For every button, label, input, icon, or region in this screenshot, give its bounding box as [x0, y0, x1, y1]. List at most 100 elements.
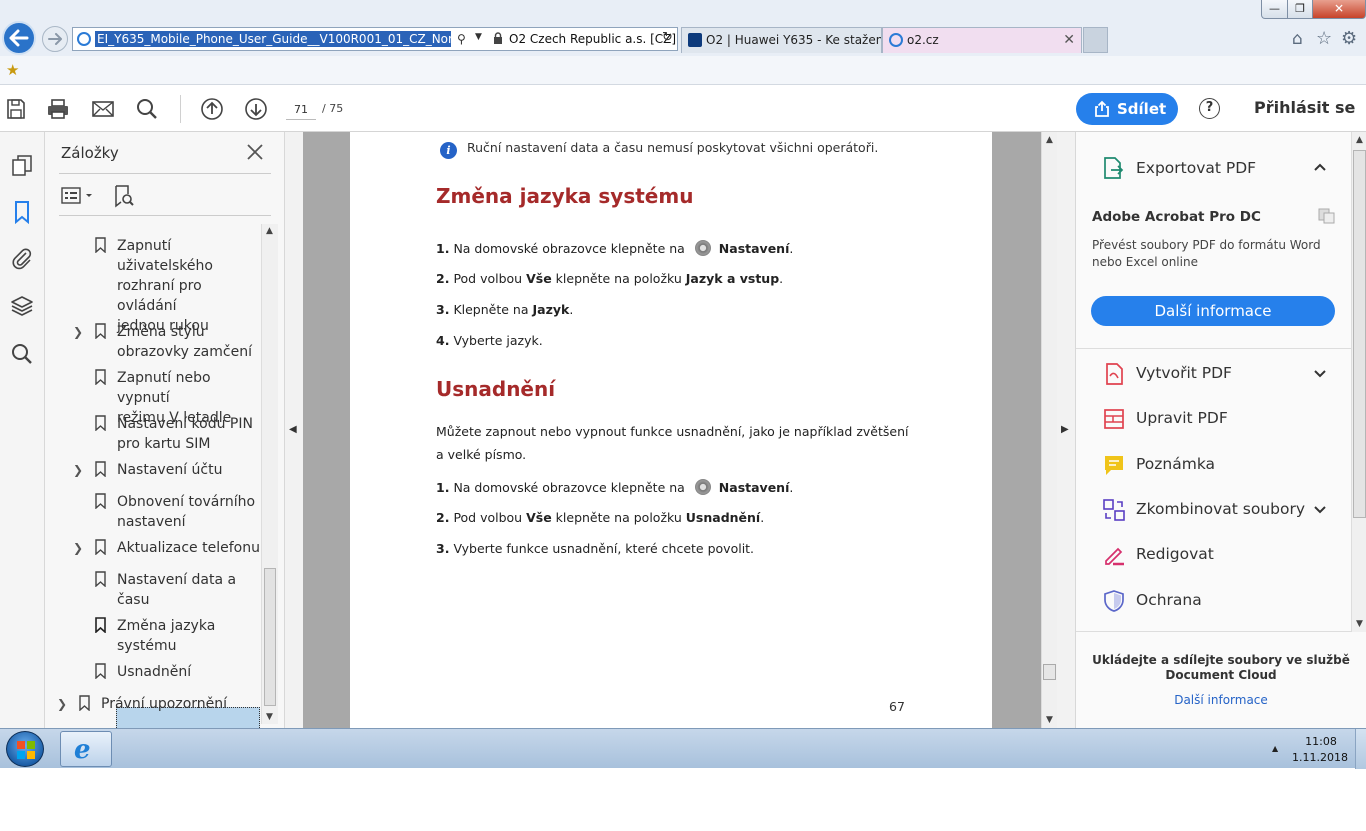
paperclip-icon[interactable]	[10, 246, 34, 270]
pages-icon[interactable]	[10, 154, 34, 178]
tool-label: Zkombinovat soubory	[1136, 500, 1306, 518]
export-pdf-title: Exportovat PDF	[1136, 159, 1257, 177]
show-desktop-button[interactable]	[1355, 729, 1366, 769]
tab-o2cz[interactable]: o2.cz ✕	[882, 27, 1082, 53]
tray-expand-icon[interactable]: ▲	[1272, 744, 1278, 753]
divider	[1076, 631, 1351, 632]
scroll-up-icon[interactable]: ▲	[266, 226, 273, 236]
maximize-button[interactable]: ❐	[1287, 0, 1313, 19]
url-text[interactable]: EI_Y635_Mobile_Phone_User_Guide__V100R00…	[95, 31, 451, 47]
chevron-up-icon[interactable]	[1313, 162, 1327, 172]
bookmark-item[interactable]: Nastavení data a času	[45, 570, 261, 612]
new-tab-button[interactable]	[1083, 27, 1108, 53]
tool-protect[interactable]: Ochrana	[1076, 580, 1351, 620]
bookmark-label: Nastavení data a času	[117, 572, 237, 608]
close-icon[interactable]	[245, 142, 265, 162]
start-button[interactable]	[6, 731, 44, 767]
chevron-right-icon[interactable]: ❯	[73, 322, 83, 342]
bookmark-item-selected[interactable]: Změna jazyka systému	[45, 616, 261, 658]
scroll-thumb[interactable]	[1043, 664, 1056, 680]
gear-icon[interactable]: ⚙	[1341, 28, 1357, 49]
scroll-down-icon[interactable]: ▼	[1046, 715, 1053, 725]
search-icon[interactable]	[135, 97, 159, 121]
bookmark-item[interactable]: Usnadnění	[45, 662, 261, 684]
collapse-left-icon[interactable]: ◀	[289, 424, 297, 435]
bookmark-item[interactable]: Zapnutí nebo vypnutí režimu V letadle	[45, 368, 261, 426]
document-scrollbar[interactable]: ▲ ▼	[1041, 132, 1057, 728]
home-icon[interactable]: ⌂	[1292, 29, 1303, 49]
bookmark-item[interactable]: ❯ Změna stylu obrazovky zamčení	[45, 322, 261, 364]
page-number-input[interactable]	[286, 99, 316, 120]
chevron-down-icon[interactable]	[1313, 369, 1327, 379]
cloud-more-info-link[interactable]: Další informace	[1076, 693, 1366, 707]
bookmark-icon[interactable]	[10, 200, 34, 224]
bookmark-item[interactable]: Obnovení továrního nastavení	[45, 492, 261, 534]
step: 1. Na domovské obrazovce klepněte na Nas…	[436, 240, 794, 256]
forward-button[interactable]	[42, 26, 68, 52]
bookmark-item[interactable]: ❯ Aktualizace telefonu	[45, 538, 261, 560]
bookmark-item[interactable]: Zapnutí uživatelského rozhraní pro ovlád…	[45, 224, 261, 334]
windows-logo-icon	[17, 741, 35, 759]
bookmark-item[interactable]: Nastavení kódu PIN pro kartu SIM	[45, 414, 261, 456]
step: 2. Pod volbou Vše klepněte na položku Us…	[436, 510, 765, 525]
tool-comment[interactable]: Poznámka	[1076, 444, 1351, 484]
mail-icon[interactable]	[91, 97, 115, 121]
add-favorite-icon[interactable]: ★	[6, 61, 19, 79]
chevron-right-icon[interactable]: ❯	[73, 538, 83, 558]
bookmark-icon	[95, 571, 106, 587]
print-icon[interactable]	[46, 97, 70, 121]
bookmarks-panel: Záložky Zapnutí uživatelského rozhraní p…	[45, 132, 285, 728]
bookmark-icon	[95, 493, 106, 509]
previous-page-icon[interactable]	[200, 97, 224, 121]
tab-o2-huawei[interactable]: O2 | Huawei Y635 - Ke stažení -...	[681, 27, 882, 53]
tool-create-pdf[interactable]: Vytvořit PDF	[1076, 353, 1351, 393]
address-bar[interactable]: EI_Y635_Mobile_Phone_User_Guide__V100R00…	[72, 27, 678, 51]
chevron-right-icon[interactable]: ❯	[73, 460, 83, 480]
search-icon[interactable]: ⚲	[457, 32, 466, 46]
refresh-icon[interactable]: ↻	[662, 30, 673, 45]
dropdown-arrow-icon[interactable]: ▼	[475, 32, 482, 42]
collapse-right-icon[interactable]: ▶	[1061, 424, 1069, 435]
search-icon[interactable]	[10, 342, 34, 366]
save-icon[interactable]	[4, 97, 28, 121]
tool-combine-files[interactable]: Zkombinovat soubory	[1076, 489, 1351, 529]
chevron-right-icon[interactable]: ❯	[57, 694, 67, 714]
chevron-down-icon[interactable]	[1313, 505, 1327, 515]
scroll-thumb[interactable]	[264, 568, 276, 706]
layers-icon[interactable]	[10, 294, 34, 318]
scroll-down-icon[interactable]: ▼	[1356, 619, 1363, 629]
tool-redact[interactable]: Redigovat	[1076, 534, 1351, 574]
taskbar-internet-explorer[interactable]: e	[60, 731, 112, 767]
clock-time[interactable]: 11:08	[1296, 735, 1346, 748]
bookmarks-scrollbar[interactable]: ▲ ▼	[261, 224, 278, 724]
back-button[interactable]	[2, 21, 36, 55]
lock-icon[interactable]	[493, 32, 503, 45]
tool-edit-pdf[interactable]: Upravit PDF	[1076, 398, 1351, 438]
step-number: 3.	[436, 302, 450, 317]
scroll-down-icon[interactable]: ▼	[266, 712, 273, 722]
close-window-button[interactable]: ✕	[1312, 0, 1366, 19]
more-info-button[interactable]: Další informace	[1091, 296, 1335, 326]
step-number: 3.	[436, 541, 450, 556]
tools-scrollbar[interactable]: ▲ ▼	[1351, 132, 1366, 632]
bookmark-item[interactable]: ❯ Právní upozornění	[45, 694, 261, 716]
minimize-button[interactable]: —	[1261, 0, 1288, 19]
next-page-icon[interactable]	[244, 97, 268, 121]
scroll-thumb[interactable]	[1353, 150, 1366, 518]
scroll-up-icon[interactable]: ▲	[1356, 135, 1363, 145]
acrobat-pro-description: Převést soubory PDF do formátu Word nebo…	[1092, 238, 1321, 269]
share-button[interactable]: Sdílet	[1076, 93, 1178, 125]
ie-favicon-icon	[889, 33, 903, 47]
bookmark-find-icon[interactable]	[113, 184, 135, 208]
help-icon[interactable]: ?	[1199, 98, 1220, 119]
scroll-up-icon[interactable]: ▲	[1046, 135, 1053, 145]
favorites-star-icon[interactable]: ☆	[1316, 28, 1332, 49]
certificate-label[interactable]: O2 Czech Republic a.s. [CZ]	[509, 31, 676, 47]
sign-in-link[interactable]: Přihlásit se	[1254, 98, 1355, 117]
bookmark-label: Usnadnění	[117, 664, 192, 680]
close-icon[interactable]: ✕	[1063, 28, 1075, 52]
bookmark-item[interactable]: ❯ Nastavení účtu	[45, 460, 261, 482]
export-pdf-header[interactable]: Exportovat PDF	[1076, 132, 1351, 202]
clock-date[interactable]: 1.11.2018	[1290, 751, 1350, 764]
bookmark-options-button[interactable]	[61, 185, 97, 207]
